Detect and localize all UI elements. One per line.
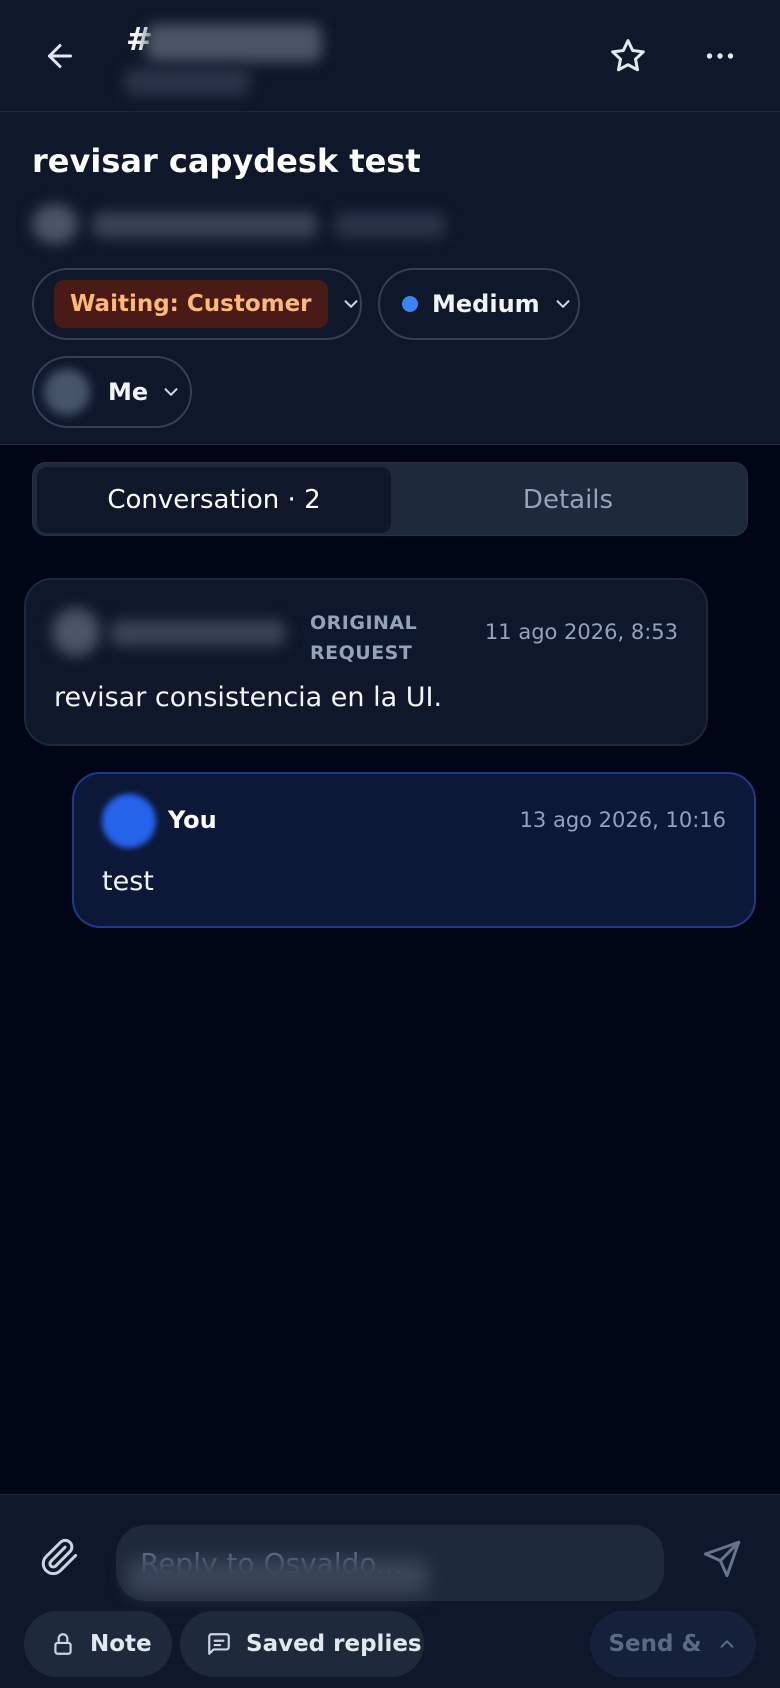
message-author: You xyxy=(168,806,217,834)
status-select[interactable]: Waiting: Customer xyxy=(32,268,362,340)
message-square-icon xyxy=(206,1631,232,1657)
arrow-left-icon xyxy=(48,44,72,68)
priority-select[interactable]: Medium xyxy=(378,268,580,340)
top-app-bar: # xyxy=(0,0,780,112)
chevron-up-icon xyxy=(716,1633,738,1655)
avatar xyxy=(102,794,156,848)
more-horizontal-icon xyxy=(706,53,734,59)
assignee-avatar xyxy=(44,369,90,415)
paperclip-icon xyxy=(41,1538,78,1576)
saved-replies-label: Saved replies xyxy=(246,1631,422,1657)
priority-label: Medium xyxy=(432,290,540,318)
requester-meta-redacted xyxy=(334,212,446,238)
attach-button[interactable] xyxy=(36,1531,84,1583)
more-options-button[interactable] xyxy=(696,30,744,82)
requester-info-redacted xyxy=(92,212,318,238)
message-reply: You 13 ago 2026, 10:16 test xyxy=(72,772,756,928)
send-icon xyxy=(703,1540,741,1578)
message-timestamp: 13 ago 2026, 10:16 xyxy=(519,808,726,832)
requester-avatar-redacted xyxy=(32,204,78,244)
back-button[interactable] xyxy=(36,32,84,80)
message-body: revisar consistencia en la UI. xyxy=(54,682,443,713)
assignee-select[interactable]: Me xyxy=(32,356,192,428)
ticket-header-panel: # revisar capydesk test Waiting: Custome… xyxy=(0,0,780,445)
send-and-label: Send & xyxy=(608,1631,702,1657)
priority-dot xyxy=(402,296,418,312)
reply-input-redaction xyxy=(128,1559,428,1595)
note-button[interactable]: Note xyxy=(24,1611,172,1677)
message-body: test xyxy=(102,866,154,897)
star-icon xyxy=(611,39,645,72)
send-button[interactable] xyxy=(696,1533,748,1585)
message-timestamp: 11 ago 2026, 8:53 xyxy=(484,620,678,644)
ticket-subtitle-redacted xyxy=(124,68,250,96)
note-label: Note xyxy=(90,1631,152,1657)
sender-avatar-redacted xyxy=(52,608,100,656)
assignee-label: Me xyxy=(108,378,149,406)
send-and-button[interactable]: Send & xyxy=(590,1611,756,1677)
ticket-number-redacted xyxy=(146,24,322,62)
tab-details[interactable]: Details xyxy=(391,467,745,533)
chevron-down-icon xyxy=(552,293,574,315)
tab-conversation[interactable]: Conversation · 2 xyxy=(37,467,391,533)
ticket-title: revisar capydesk test xyxy=(32,142,421,180)
lock-icon xyxy=(50,1631,76,1657)
ticket-tabs: Conversation · 2 Details xyxy=(32,462,748,536)
star-button[interactable] xyxy=(602,30,654,82)
sender-name-redacted xyxy=(110,620,286,646)
chevron-down-icon xyxy=(160,381,182,403)
original-request-badge: ORIGINAL REQUEST xyxy=(310,612,418,664)
message-original-request: ORIGINAL REQUEST 11 ago 2026, 8:53 revis… xyxy=(24,578,708,746)
reply-composer: Note Saved replies Send & xyxy=(0,1494,780,1688)
status-badge: Waiting: Customer xyxy=(54,280,328,328)
saved-replies-button[interactable]: Saved replies xyxy=(180,1611,424,1677)
chevron-down-icon xyxy=(340,293,362,315)
